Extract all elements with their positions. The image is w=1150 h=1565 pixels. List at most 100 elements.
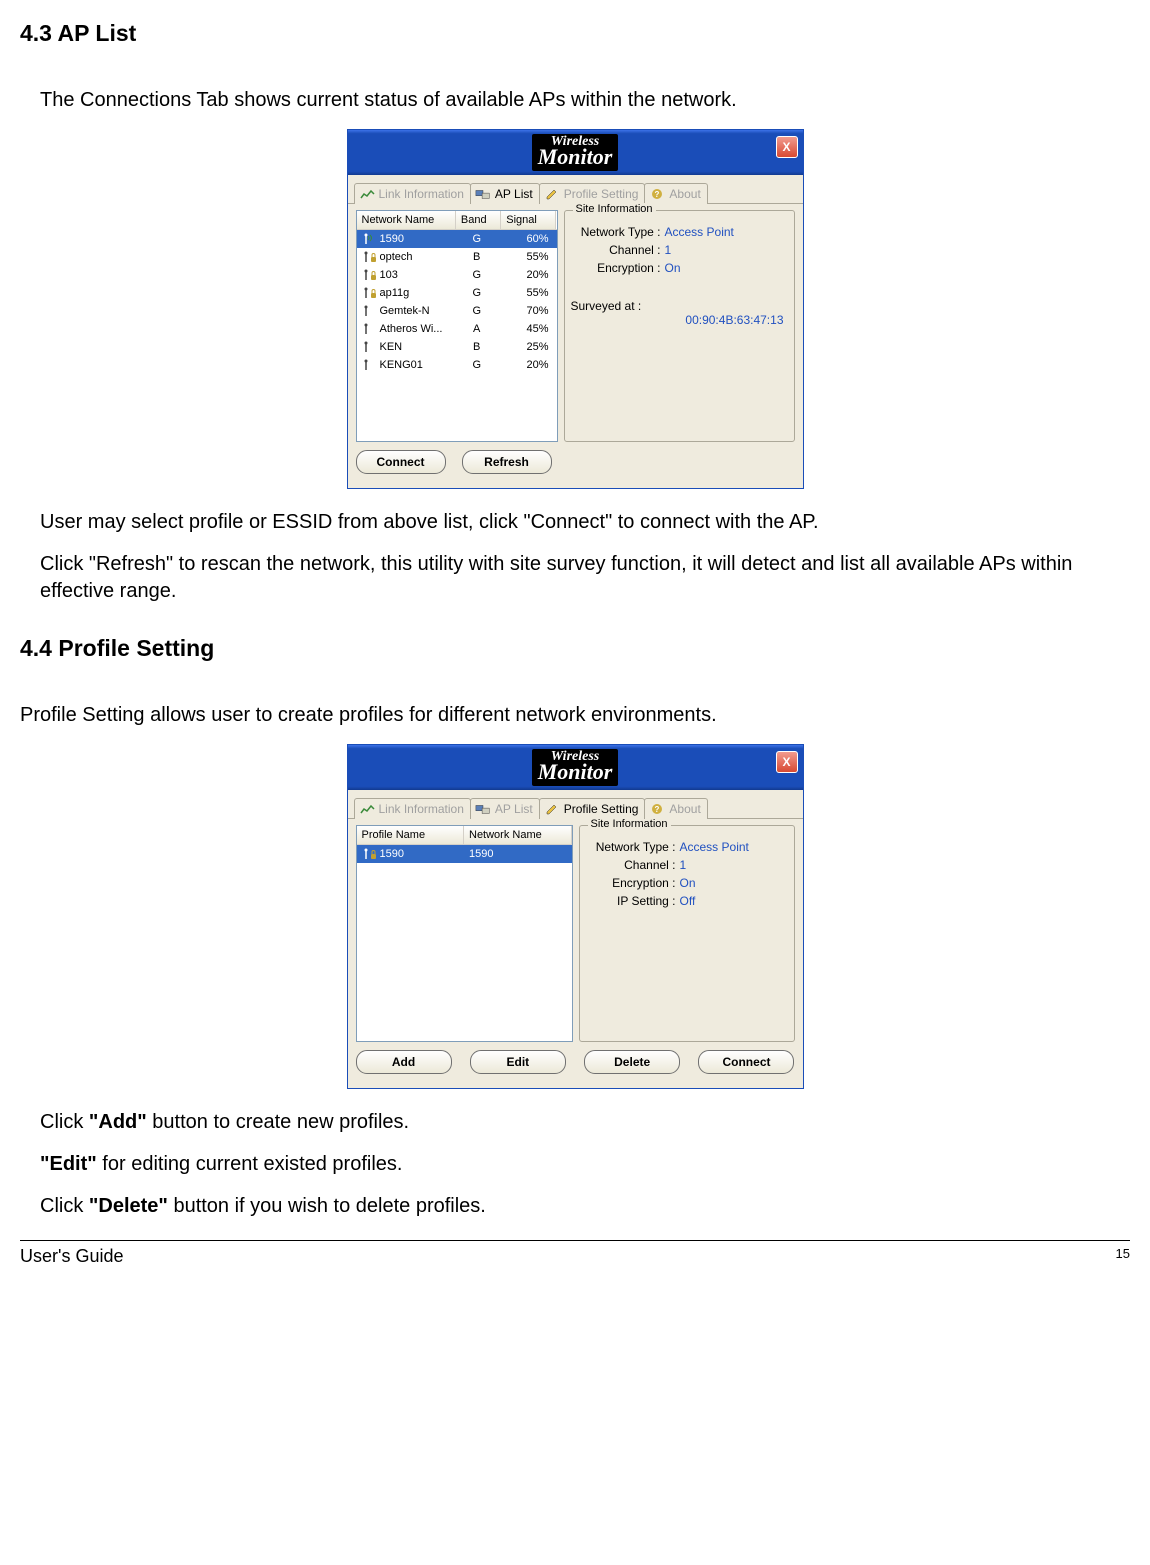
channel-value: 1 <box>665 243 672 257</box>
ap-name: KENG01 <box>380 359 423 371</box>
svg-text:?: ? <box>655 805 660 814</box>
ap-signal: 70% <box>500 304 556 318</box>
connect-button[interactable]: Connect <box>356 450 446 474</box>
footer-guide: User's Guide <box>20 1246 123 1267</box>
app-logo: Wireless Monitor <box>532 749 619 786</box>
ap-name: KEN <box>380 341 403 353</box>
refresh-button[interactable]: Refresh <box>462 450 552 474</box>
svg-text:?: ? <box>655 190 660 199</box>
info-row: Encryption : On <box>571 261 788 275</box>
text: button to create new profiles. <box>147 1111 409 1133</box>
tab-ap-list[interactable]: AP List <box>470 798 540 819</box>
page-footer: User's Guide 15 <box>20 1240 1130 1267</box>
ap-list-table: Network Name Band Signal 1590G60%optechB… <box>356 210 558 442</box>
footer-page-number: 15 <box>1116 1246 1130 1267</box>
col-signal[interactable]: Signal <box>501 211 556 229</box>
signal-icon <box>359 187 375 201</box>
profile-network-name: 1590 <box>464 847 572 861</box>
table-row[interactable]: KENB25% <box>357 338 557 356</box>
ap-icon <box>362 250 378 264</box>
table-row[interactable]: Gemtek-NG70% <box>357 302 557 320</box>
table-row[interactable]: Atheros Wi...A45% <box>357 320 557 338</box>
ap-band: G <box>453 304 500 318</box>
bold-add: "Add" <box>89 1111 147 1133</box>
ap-signal: 25% <box>500 340 556 354</box>
ap-name: ap11g <box>380 287 410 299</box>
question-icon: ? <box>649 187 665 201</box>
signal-icon <box>359 802 375 816</box>
ip-setting-value: Off <box>680 894 696 908</box>
tab-link-information[interactable]: Link Information <box>354 183 471 204</box>
tab-about[interactable]: ? About <box>644 183 707 204</box>
tab-strip: Link Information AP List Profile Setting… <box>348 175 803 204</box>
delete-button[interactable]: Delete <box>584 1050 680 1074</box>
app-logo: Wireless Monitor <box>532 134 619 171</box>
info-row: Network Type : Access Point <box>586 840 788 854</box>
tab-strip: Link Information AP List Profile Setting… <box>348 790 803 819</box>
ap-icon <box>362 268 378 282</box>
ap-list-header: Network Name Band Signal <box>357 211 557 230</box>
tab-link-information[interactable]: Link Information <box>354 798 471 819</box>
ap-band: G <box>453 268 500 282</box>
logo-line2: Monitor <box>538 148 613 167</box>
ap-band: A <box>453 322 500 336</box>
tab-ap-list[interactable]: AP List <box>470 183 540 204</box>
button-row: Connect Refresh <box>348 450 803 488</box>
text: for editing current existed profiles. <box>97 1153 403 1175</box>
ap-signal: 60% <box>500 232 556 246</box>
window-body: Network Name Band Signal 1590G60%optechB… <box>348 203 803 450</box>
table-row[interactable]: ap11g G55% <box>357 284 557 302</box>
encryption-value: On <box>680 876 696 890</box>
tab-about[interactable]: ? About <box>644 798 707 819</box>
edit-button[interactable]: Edit <box>470 1050 566 1074</box>
tab-profile-setting[interactable]: Profile Setting <box>539 183 646 204</box>
text: Click <box>40 1111 89 1133</box>
site-information-panel: Site Information Network Type : Access P… <box>579 825 795 1042</box>
tab-label: AP List <box>495 187 533 201</box>
col-band[interactable]: Band <box>456 211 501 229</box>
computers-icon <box>475 187 491 201</box>
table-row[interactable]: 1590 1590 <box>357 845 572 863</box>
window-titlebar: Wireless Monitor X <box>348 745 803 790</box>
tab-label: Profile Setting <box>564 187 639 201</box>
site-info-legend: Site Information <box>573 203 656 215</box>
ap-band: G <box>453 286 500 300</box>
pencil-icon <box>544 187 560 201</box>
add-button[interactable]: Add <box>356 1050 452 1074</box>
close-button[interactable]: X <box>776 751 798 773</box>
connect-button[interactable]: Connect <box>698 1050 794 1074</box>
table-row[interactable]: 1590G60% <box>357 230 557 248</box>
table-row[interactable]: KENG01G20% <box>357 356 557 374</box>
tab-label: Profile Setting <box>564 802 639 816</box>
tab-label: About <box>669 802 700 816</box>
table-row[interactable]: optechB55% <box>357 248 557 266</box>
table-row[interactable]: 103G20% <box>357 266 557 284</box>
question-icon: ? <box>649 802 665 816</box>
col-network-name[interactable]: Network Name <box>357 211 456 229</box>
col-profile-name[interactable]: Profile Name <box>357 826 465 844</box>
ap-signal: 20% <box>500 268 556 282</box>
bold-delete: "Delete" <box>89 1195 168 1217</box>
ap-signal: 55% <box>500 286 556 300</box>
encryption-value: On <box>665 261 681 275</box>
ap-signal: 55% <box>500 250 556 264</box>
close-button[interactable]: X <box>776 136 798 158</box>
text: Click <box>40 1195 89 1217</box>
network-type-label: Network Type : <box>571 225 665 239</box>
section-heading-44: 4.4 Profile Setting <box>20 635 1130 662</box>
ap-band: G <box>453 232 500 246</box>
tab-profile-setting[interactable]: Profile Setting <box>539 798 646 819</box>
ap-icon <box>362 232 378 246</box>
section-heading-43: 4.3 AP List <box>20 20 1130 47</box>
ap-list-body: 1590G60%optechB55%103G20%ap11gG55%Gemtek… <box>357 230 557 441</box>
tab-label: AP List <box>495 802 533 816</box>
network-type-label: Network Type : <box>586 840 680 854</box>
window-titlebar: Wireless Monitor X <box>348 130 803 175</box>
tab-label: Link Information <box>379 802 464 816</box>
profile-name: 1590 <box>380 848 404 860</box>
surveyed-at-mac: 00:90:4B:63:47:13 <box>571 313 788 327</box>
logo-line2: Monitor <box>538 763 613 782</box>
info-row: Encryption : On <box>586 876 788 890</box>
encryption-label: Encryption : <box>571 261 665 275</box>
col-network-name[interactable]: Network Name <box>464 826 572 844</box>
